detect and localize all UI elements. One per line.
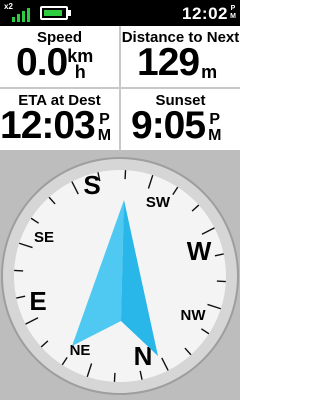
field-eta-value: 12:03	[0, 104, 96, 147]
field-sunset-suffix: PM	[208, 112, 221, 144]
compass-area[interactable]: S SW W NW N NE E SE	[0, 150, 240, 400]
data-fields: Speed 0.0 km h Distance to Next 129 m ETA a…	[0, 26, 240, 150]
compass-label-e: E	[29, 286, 46, 316]
field-eta-suffix-bottom: M	[97, 127, 112, 144]
status-clock-suffix: P M	[229, 5, 237, 21]
field-sunset[interactable]: Sunset 9:05 P M	[121, 89, 240, 151]
field-speed-unit-bottom: h	[74, 62, 86, 82]
status-clock: 12:02	[182, 4, 228, 23]
field-distance-unit: m	[201, 62, 218, 82]
status-bar: x2 12:02 P M	[0, 0, 240, 26]
field-eta-at-dest[interactable]: ETA at Dest 12:03 P M	[0, 89, 119, 151]
field-eta-suffix-top: P	[99, 111, 110, 128]
field-sunset-value: 9:05	[131, 104, 206, 147]
field-sunset-value-group: 9:05 P M	[131, 105, 221, 147]
field-speed[interactable]: Speed 0.0 km h	[0, 26, 119, 88]
compass-label-s: S	[83, 170, 100, 200]
signal-bars-icon	[12, 6, 34, 22]
field-sunset-suffix-bottom: M	[208, 127, 222, 144]
compass: S SW W NW N NE E SE	[1, 157, 239, 395]
battery-level	[44, 10, 62, 16]
field-distance-to-next[interactable]: Distance to Next 129 m	[121, 26, 240, 88]
compass-label-se: SE	[34, 229, 54, 246]
compass-label-nw: NW	[181, 307, 207, 324]
compass-label-sw: SW	[146, 194, 171, 211]
field-eta-value-group: 12:03 P M	[0, 105, 111, 147]
field-sunset-suffix-top: P	[209, 111, 221, 128]
gps-screen: x2 12:02 P M Speed 0.0 km h Distance to Ne…	[0, 0, 240, 400]
field-divider-horizontal	[0, 87, 240, 89]
battery-tip	[68, 10, 71, 16]
field-speed-value-group: 0.0 km h	[16, 42, 93, 84]
compass-label-w: W	[187, 236, 212, 266]
field-distance-value: 129	[137, 41, 200, 84]
field-eta-suffix: PM	[98, 112, 111, 144]
field-distance-value-group: 129 m	[137, 42, 217, 84]
status-clock-suffix-bottom: M	[230, 13, 236, 20]
field-speed-unit: km h	[67, 47, 93, 82]
battery-icon[interactable]	[40, 6, 68, 20]
field-speed-value: 0.0	[16, 41, 68, 84]
status-clock-suffix-top: P	[230, 5, 236, 12]
